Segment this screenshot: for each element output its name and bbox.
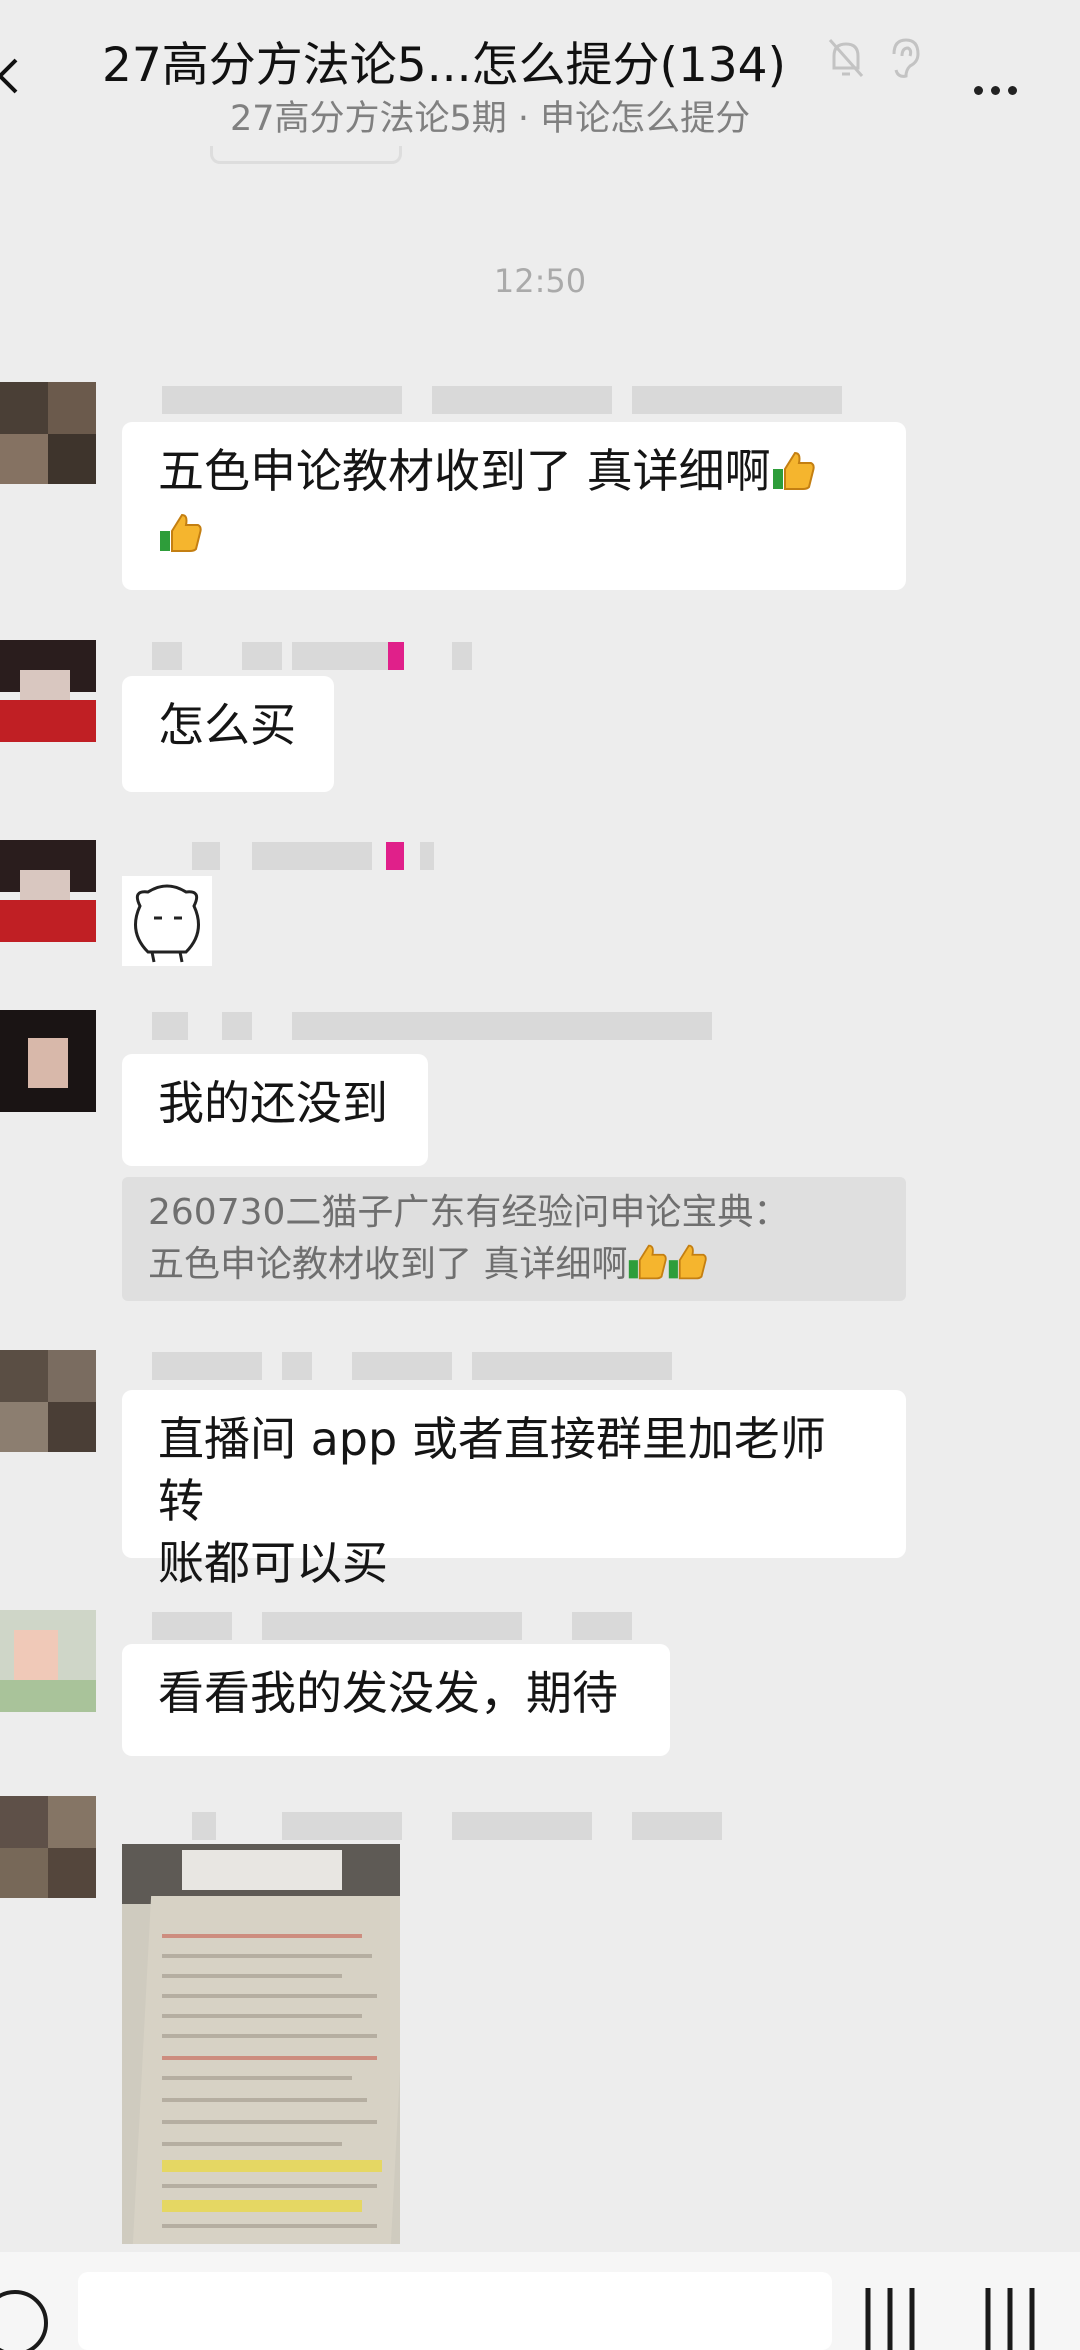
- message-bubble[interactable]: 怎么买: [122, 676, 334, 792]
- thumbs-up-icon: [772, 451, 815, 490]
- quote-sender: 260730二猫子广东有经验问申论宝典：: [148, 1192, 790, 1233]
- message-text: 看看我的发没发，期待: [158, 1666, 618, 1720]
- emoji-button-icon[interactable]: [860, 2278, 922, 2350]
- chat-header: 27高分方法论5...怎么提分(134) 27高分方法论5期 · 申论怎么提分: [0, 0, 1080, 150]
- back-icon[interactable]: [0, 56, 32, 96]
- avatar[interactable]: [0, 640, 96, 742]
- message-text: 我的还没到: [158, 1076, 388, 1130]
- thumbs-up-icon: [160, 513, 202, 552]
- ear-icon: [892, 38, 920, 78]
- message-input[interactable]: [78, 2272, 832, 2350]
- chat-title: 27高分方法论5...怎么提分(134): [102, 38, 786, 93]
- sticker-icon[interactable]: [122, 876, 212, 966]
- avatar[interactable]: [0, 1010, 96, 1112]
- message-bubble[interactable]: 我的还没到: [122, 1054, 428, 1166]
- message-timestamp: 12:50: [493, 262, 587, 300]
- message-text: 五色申论教材收到了 真详细啊: [158, 444, 771, 498]
- avatar[interactable]: [0, 1350, 96, 1452]
- avatar[interactable]: [0, 1796, 96, 1898]
- plus-button-icon[interactable]: [980, 2278, 1042, 2350]
- message-bubble[interactable]: 看看我的发没发，期待: [122, 1644, 670, 1756]
- book-photo[interactable]: [122, 1844, 400, 2244]
- avatar[interactable]: [0, 840, 96, 942]
- avatar[interactable]: [0, 382, 96, 484]
- avatar[interactable]: [0, 1610, 96, 1712]
- message-text: 账都可以买: [158, 1536, 388, 1590]
- message-text: 怎么买: [158, 698, 296, 752]
- message-bubble[interactable]: 直播间 app 或者直接群里加老师转 账都可以买: [122, 1390, 906, 1590]
- quoted-message[interactable]: 260730二猫子广东有经验问申论宝典： 五色申论教材收到了 真详细啊: [122, 1177, 906, 1301]
- message-text: 直播间 app 或者直接群里加老师转: [158, 1412, 826, 1528]
- thumbs-up-icon: [669, 1244, 708, 1280]
- mute-bell-icon: [828, 39, 864, 77]
- thumbs-up-icon: [629, 1244, 668, 1280]
- message-bubble[interactable]: 五色申论教材收到了 真详细啊: [122, 422, 906, 590]
- quote-text: 五色申论教材收到了 真详细啊: [148, 1244, 628, 1285]
- chat-subtitle: 27高分方法论5期 · 申论怎么提分: [230, 99, 751, 139]
- previous-image-edge: [210, 146, 402, 164]
- more-icon[interactable]: [974, 80, 1030, 95]
